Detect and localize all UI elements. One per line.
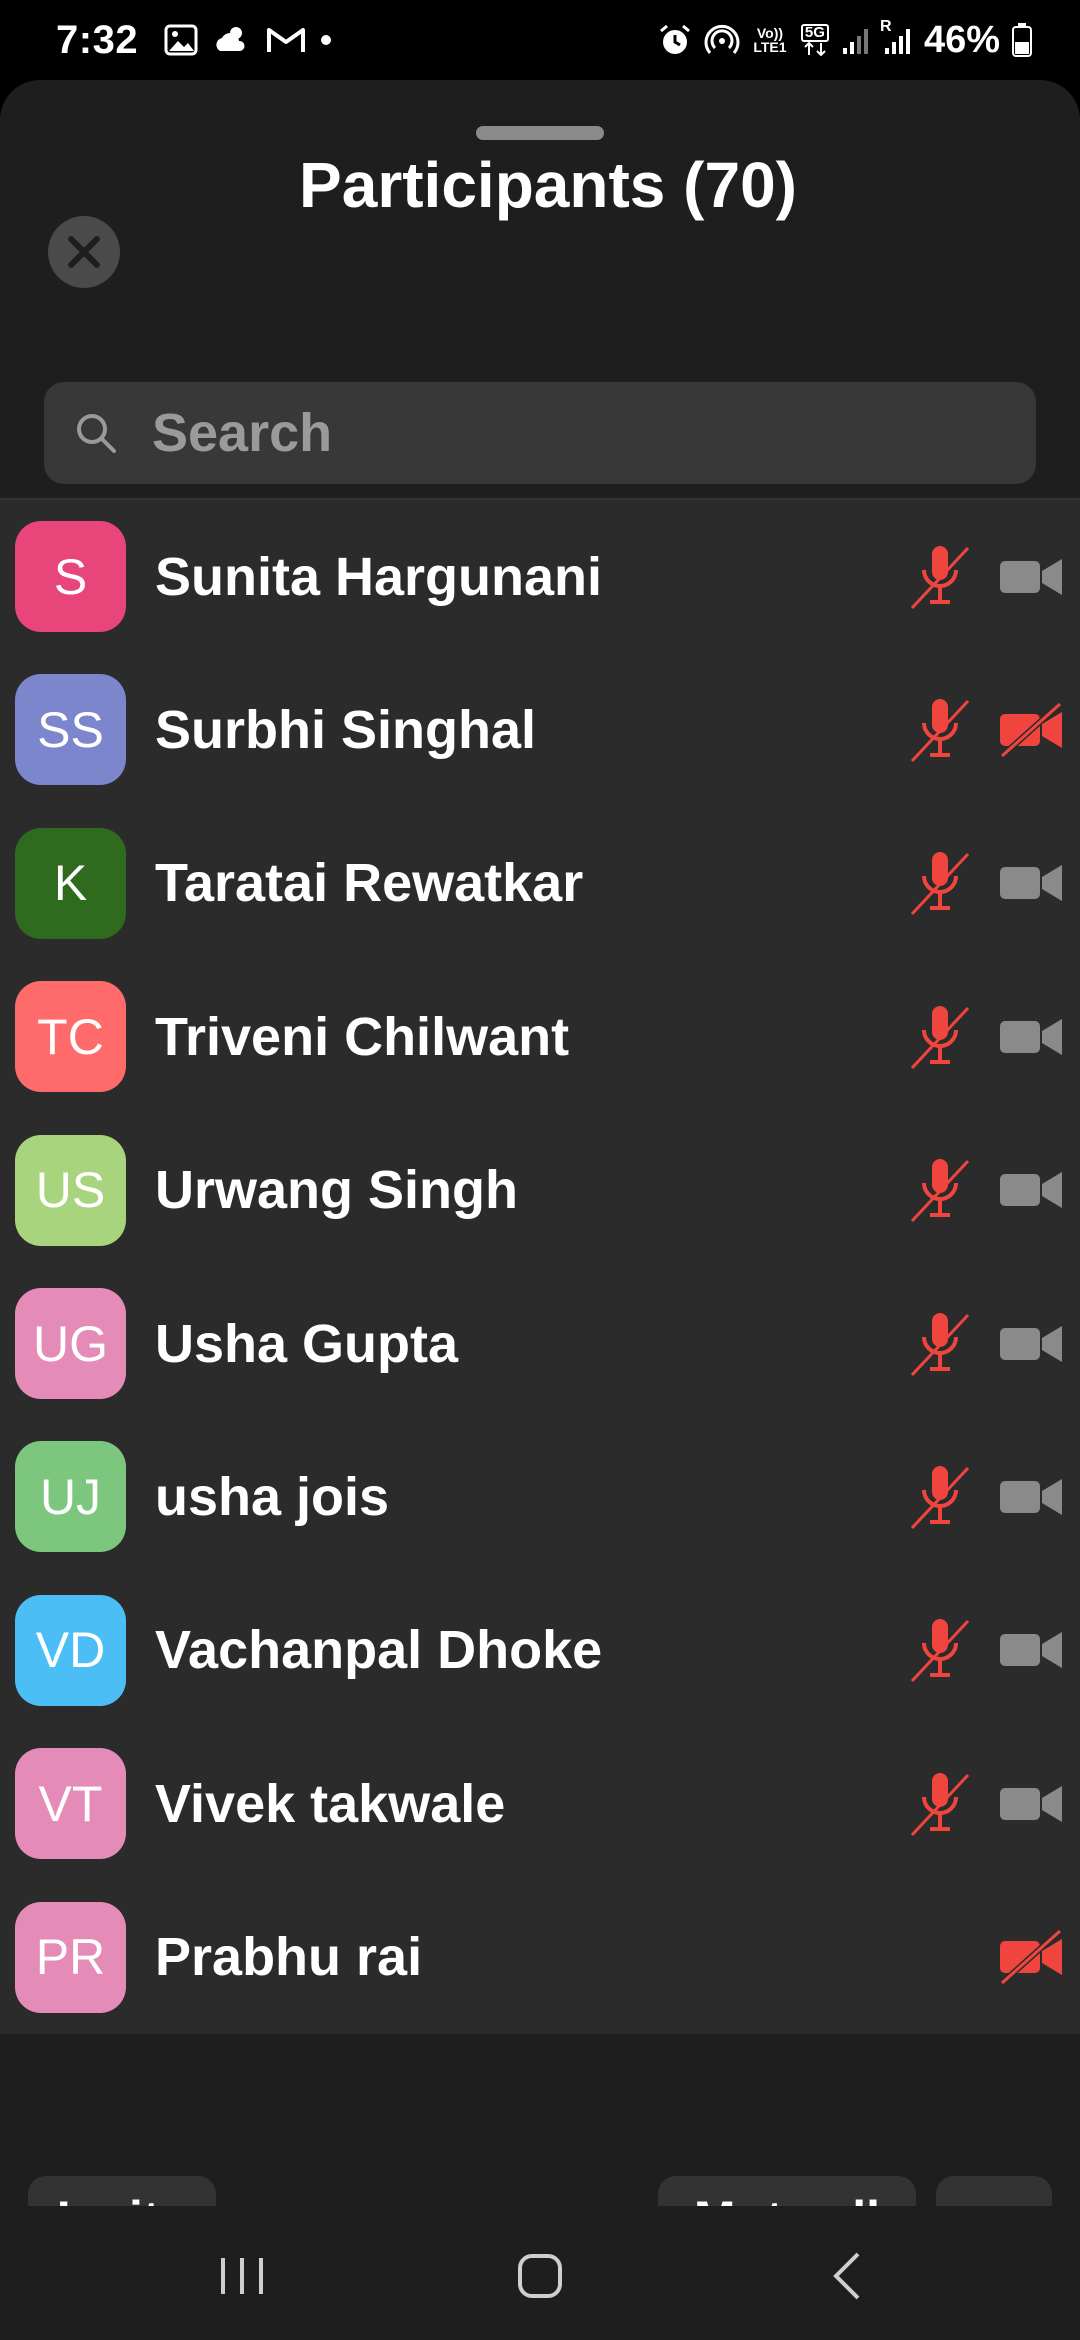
- volte-label: Vo)) LTE1: [753, 25, 787, 55]
- video-muted-icon: [998, 1928, 1064, 1986]
- mic-muted-icon: [906, 1615, 974, 1685]
- nav-home-button[interactable]: [510, 2246, 570, 2306]
- system-nav-bar: [0, 2206, 1080, 2340]
- avatar: K: [15, 827, 126, 939]
- avatar: TC: [15, 981, 126, 1093]
- participant-row[interactable]: S Sunita Hargunani: [0, 500, 1080, 653]
- participants-sheet: Participants (70) S Sunita Hargunani SS Sur…: [0, 80, 1080, 2206]
- recents-icon: [221, 2258, 263, 2294]
- participant-name: Triveni Chilwant: [155, 1006, 570, 1067]
- participant-list: S Sunita Hargunani SS Surbhi Singhal K Tarata…: [0, 500, 1080, 2034]
- participant-name: Usha Gupta: [155, 1313, 459, 1374]
- participant-row[interactable]: UG Usha Gupta: [0, 1267, 1080, 1420]
- battery-icon: [1012, 23, 1032, 57]
- status-bar: 7:32 Vo)) LTE1 5G R 46%: [0, 0, 1080, 80]
- participant-row[interactable]: UJ usha jois: [0, 1420, 1080, 1573]
- network-5g-icon: 5G: [800, 24, 830, 56]
- video-icon: [998, 855, 1064, 911]
- participant-row[interactable]: SS Surbhi Singhal: [0, 653, 1080, 806]
- search-input[interactable]: [152, 402, 972, 464]
- participant-row[interactable]: US Urwang Singh: [0, 1114, 1080, 1267]
- video-icon: [998, 1469, 1064, 1525]
- mic-muted-icon: [906, 1769, 974, 1839]
- gmail-icon: [266, 25, 306, 55]
- mic-muted-icon: [906, 1309, 974, 1379]
- participant-row[interactable]: TC Triveni Chilwant: [0, 960, 1080, 1113]
- alarm-icon: [658, 23, 692, 57]
- gallery-icon: [164, 23, 198, 57]
- mic-muted-icon: [906, 1462, 974, 1532]
- video-icon: [998, 549, 1064, 605]
- action-bar: Invite Mute all ···: [0, 2034, 1080, 2206]
- avatar: PR: [15, 1901, 126, 2013]
- nav-back-button[interactable]: [818, 2246, 878, 2306]
- participant-row[interactable]: VT Vivek takwale: [0, 1727, 1080, 1880]
- participant-row[interactable]: VD Vachanpal Dhoke: [0, 1574, 1080, 1727]
- drag-handle[interactable]: [476, 126, 604, 140]
- network-5g-label: 5G: [800, 24, 829, 42]
- close-icon: [68, 236, 100, 268]
- home-icon: [518, 2254, 562, 2298]
- sheet-title: Participants (70): [299, 149, 797, 221]
- mic-muted-icon: [906, 542, 974, 612]
- invite-button[interactable]: Invite: [28, 2176, 216, 2206]
- participant-name: Surbhi Singhal: [155, 699, 537, 760]
- search-box[interactable]: [44, 382, 1036, 484]
- avatar: VT: [15, 1748, 126, 1860]
- video-muted-icon: [998, 701, 1064, 759]
- video-icon: [998, 1776, 1064, 1832]
- participant-name: Prabhu rai: [155, 1927, 423, 1988]
- search-icon: [77, 414, 116, 453]
- signal-2-icon: R: [880, 19, 912, 56]
- avatar: UG: [15, 1288, 126, 1399]
- roaming-label: R: [879, 18, 892, 35]
- weather-icon: [212, 23, 252, 57]
- participant-name: Taratai Rewatkar: [155, 853, 584, 914]
- nav-recents-button[interactable]: [212, 2246, 272, 2306]
- notification-dot-icon: [320, 34, 332, 46]
- status-time: 7:32: [56, 17, 139, 62]
- avatar: S: [15, 521, 126, 632]
- avatar: US: [15, 1134, 126, 1246]
- avatar: VD: [15, 1594, 126, 1706]
- hotspot-icon: [704, 23, 740, 57]
- participant-name: Vachanpal Dhoke: [155, 1620, 603, 1681]
- close-button[interactable]: [48, 216, 120, 288]
- back-icon: [833, 2252, 860, 2300]
- video-icon: [998, 1009, 1064, 1065]
- mic-muted-icon: [906, 848, 974, 918]
- video-icon: [998, 1162, 1064, 1218]
- participant-name: Urwang Singh: [155, 1160, 518, 1221]
- mic-muted-icon: [906, 1155, 974, 1225]
- battery-percent: 46%: [923, 18, 1000, 61]
- participant-name: Sunita Hargunani: [155, 546, 603, 607]
- video-icon: [998, 1622, 1064, 1678]
- mute-all-button[interactable]: Mute all: [658, 2176, 916, 2206]
- mic-muted-icon: [906, 1002, 974, 1072]
- signal-1-icon: [842, 24, 870, 56]
- avatar: UJ: [15, 1441, 126, 1553]
- mic-muted-icon: [906, 695, 974, 765]
- participant-name: usha jois: [155, 1466, 390, 1527]
- more-options-button[interactable]: ···: [936, 2176, 1052, 2206]
- participant-row[interactable]: PR Prabhu rai: [0, 1881, 1080, 2034]
- participant-name: Vivek takwale: [155, 1773, 506, 1834]
- avatar: SS: [15, 674, 126, 786]
- participant-row[interactable]: K Taratai Rewatkar: [0, 807, 1080, 960]
- video-icon: [998, 1316, 1064, 1372]
